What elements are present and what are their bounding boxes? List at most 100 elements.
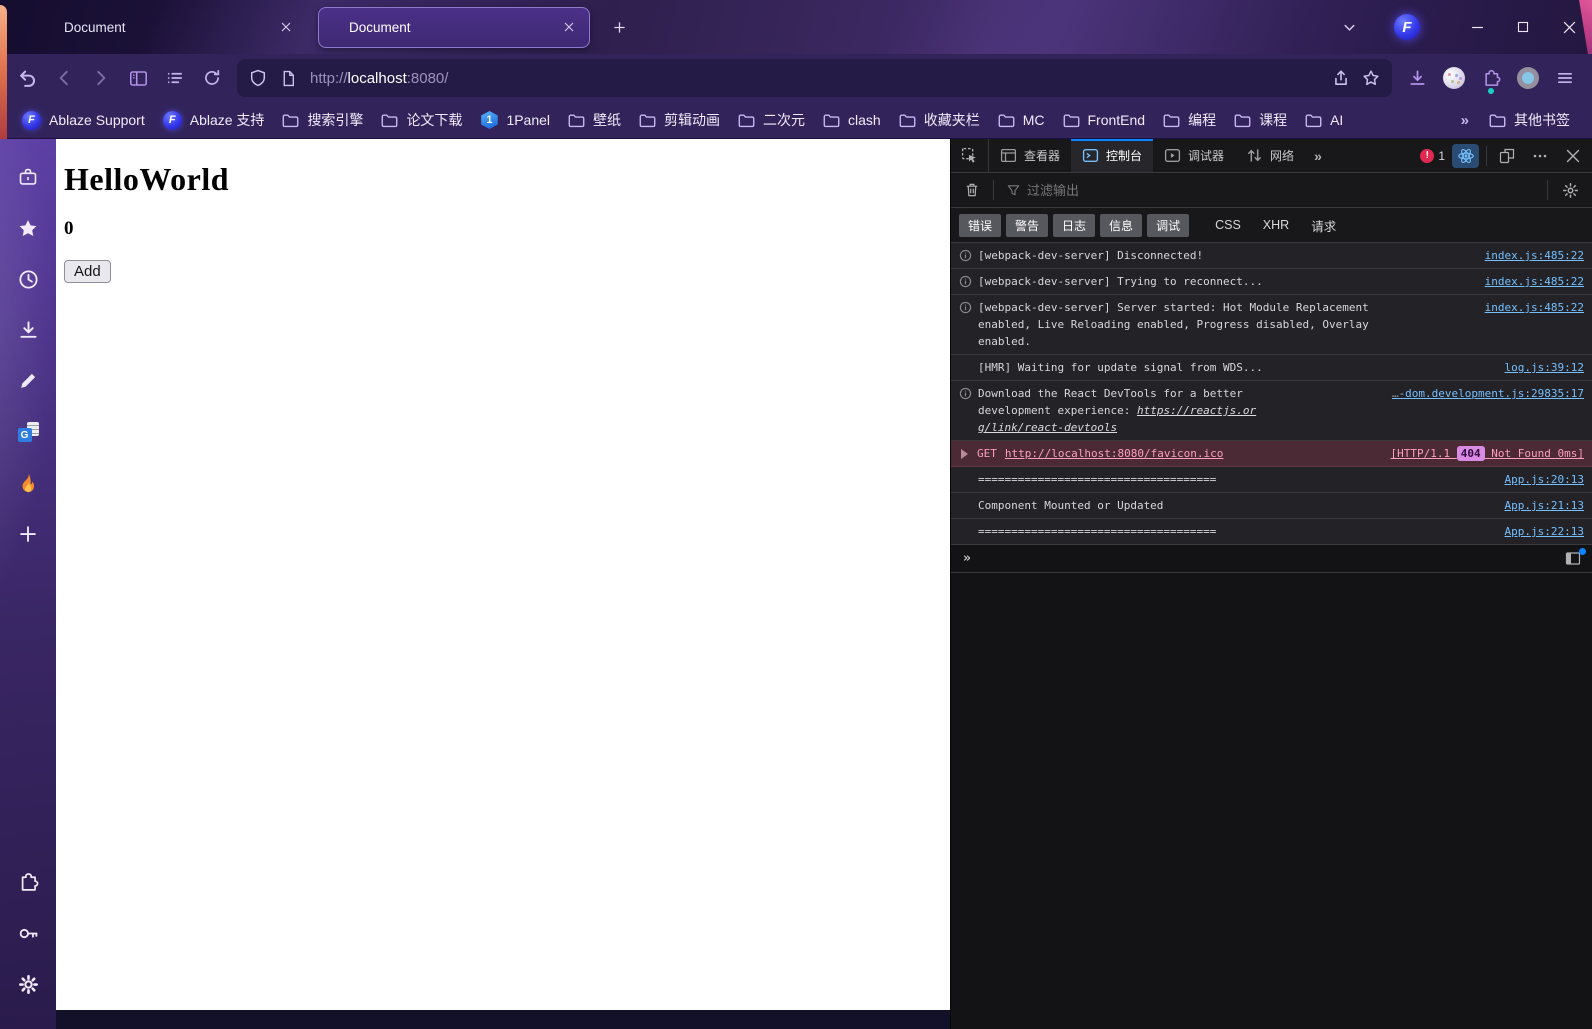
- bookmark-star-button[interactable]: [1356, 63, 1386, 93]
- downloads-button[interactable]: [1400, 61, 1434, 95]
- more-tools-button[interactable]: »: [1305, 139, 1331, 172]
- sidebar-clock-button[interactable]: [10, 261, 46, 297]
- minimize-button[interactable]: [1454, 0, 1500, 54]
- devtools-menu-button[interactable]: [1527, 143, 1553, 169]
- level-filter-button[interactable]: 信息: [1100, 214, 1142, 237]
- url-bar[interactable]: http://localhost:8080/: [237, 59, 1392, 97]
- navigation-toolbar: http://localhost:8080/: [0, 54, 1592, 102]
- level-filter-button[interactable]: 错误: [959, 214, 1001, 237]
- message-url-link[interactable]: https://reactjs.org/link/react-devtools: [978, 404, 1256, 434]
- account-button[interactable]: [1511, 61, 1545, 95]
- browser-tab[interactable]: Document: [34, 7, 306, 48]
- message-icon-empty: [957, 359, 973, 376]
- extensions-button[interactable]: [1474, 61, 1508, 95]
- source-location-link[interactable]: log.js:39:12: [1495, 359, 1584, 376]
- share-button[interactable]: [1326, 63, 1356, 93]
- bookmark-item[interactable]: 收藏夹栏: [891, 105, 988, 135]
- split-console-button[interactable]: [1562, 549, 1584, 569]
- bookmark-item[interactable]: 二次元: [730, 105, 813, 135]
- sidebar-puzzle-button[interactable]: [10, 864, 46, 900]
- folder-icon: [1163, 113, 1180, 128]
- pick-element-button[interactable]: [951, 139, 989, 172]
- sidebar-toggle-button[interactable]: [121, 61, 155, 95]
- tracking-shield-icon[interactable]: [243, 63, 273, 93]
- extension-avatar-button[interactable]: [1437, 61, 1471, 95]
- type-filter-button[interactable]: 请求: [1302, 213, 1345, 238]
- bookmark-item[interactable]: 剪辑动画: [631, 105, 728, 135]
- close-window-button[interactable]: [1546, 0, 1592, 54]
- sidebar-pencil-button[interactable]: [10, 363, 46, 399]
- message-icon-empty: [957, 523, 973, 540]
- sidebar-gear-button[interactable]: [10, 966, 46, 1002]
- bookmark-item[interactable]: 壁纸: [560, 105, 629, 135]
- bookmark-label: 壁纸: [593, 110, 621, 130]
- bookmark-item[interactable]: 11Panel: [472, 106, 558, 134]
- level-filter-button[interactable]: 日志: [1053, 214, 1095, 237]
- bookmark-item[interactable]: FrontEnd: [1055, 107, 1154, 133]
- bookmark-item[interactable]: FAblaze 支持: [155, 105, 273, 135]
- devtools-tab-network[interactable]: 网络: [1235, 139, 1305, 172]
- request-status-link[interactable]: [HTTP/1.1 404 Not Found 0ms]: [1381, 445, 1584, 462]
- source-location-link[interactable]: index.js:485:22: [1475, 299, 1584, 316]
- url-display[interactable]: http://localhost:8080/: [310, 70, 1326, 87]
- tab-close-button[interactable]: [274, 15, 298, 39]
- bookmark-item[interactable]: 搜索引擎: [274, 105, 371, 135]
- forward-button[interactable]: [84, 61, 118, 95]
- bookmark-item[interactable]: 编程: [1155, 105, 1224, 135]
- devtools-tab-debugger[interactable]: 调试器: [1153, 139, 1235, 172]
- source-location-link[interactable]: …-dom.development.js:29835:17: [1382, 385, 1584, 402]
- filter-output-input[interactable]: [1027, 183, 1541, 198]
- page-info-icon[interactable]: [273, 63, 303, 93]
- bookmark-item[interactable]: 课程: [1226, 105, 1295, 135]
- tab-close-button[interactable]: [557, 15, 581, 39]
- maximize-button[interactable]: [1500, 0, 1546, 54]
- console-settings-button[interactable]: [1554, 176, 1586, 204]
- sidebar-briefcase-button[interactable]: [10, 159, 46, 195]
- briefcase-icon: [17, 167, 39, 187]
- error-count-badge[interactable]: !1: [1420, 149, 1445, 163]
- add-button[interactable]: Add: [64, 260, 111, 283]
- folder-icon: [1489, 113, 1506, 128]
- request-url-link[interactable]: http://localhost:8080/favicon.ico: [1005, 445, 1224, 462]
- source-location-link[interactable]: index.js:485:22: [1475, 273, 1584, 290]
- sidebar-plus-button[interactable]: [10, 516, 46, 552]
- sidebar-star-button[interactable]: [10, 210, 46, 246]
- source-location-link[interactable]: index.js:485:22: [1475, 247, 1584, 264]
- react-devtools-button[interactable]: [1452, 144, 1479, 168]
- sidebar-download-button[interactable]: [10, 312, 46, 348]
- source-location-link[interactable]: App.js:21:13: [1495, 497, 1584, 514]
- type-filter-button[interactable]: CSS: [1206, 215, 1250, 235]
- reload-button[interactable]: [195, 61, 229, 95]
- back-button[interactable]: [47, 61, 81, 95]
- browser-tab[interactable]: Document: [318, 7, 590, 48]
- clear-console-button[interactable]: [957, 176, 987, 204]
- app-menu-button[interactable]: [1548, 61, 1582, 95]
- undo-close-tab-button[interactable]: [10, 61, 44, 95]
- bookmark-item[interactable]: MC: [990, 107, 1053, 133]
- close-devtools-button[interactable]: [1560, 143, 1586, 169]
- devtools-tab-console[interactable]: 控制台: [1071, 139, 1153, 172]
- bookmark-item[interactable]: clash: [815, 107, 889, 133]
- new-tab-button[interactable]: [602, 10, 636, 44]
- other-bookmarks-folder[interactable]: 其他书签: [1481, 105, 1578, 135]
- responsive-design-button[interactable]: [1494, 143, 1520, 169]
- list-all-tabs-button[interactable]: [1328, 0, 1370, 54]
- devtools-tab-inspector[interactable]: 查看器: [989, 139, 1071, 172]
- console-input-row[interactable]: »: [951, 545, 1592, 573]
- level-filter-button[interactable]: 警告: [1006, 214, 1048, 237]
- sidebar-flame-button[interactable]: [10, 465, 46, 501]
- source-location-link[interactable]: App.js:22:13: [1495, 523, 1584, 540]
- bookmark-item[interactable]: 论文下载: [373, 105, 470, 135]
- bookmark-item[interactable]: AI: [1297, 107, 1351, 133]
- sidebar-translate-button[interactable]: G: [10, 414, 46, 450]
- sidebar-key-button[interactable]: [10, 915, 46, 951]
- bookmark-item[interactable]: FAblaze Support: [14, 106, 153, 135]
- bookmarks-overflow-button[interactable]: »: [1451, 110, 1479, 131]
- floorp-logo-icon[interactable]: F: [1394, 14, 1420, 40]
- source-location-link[interactable]: App.js:20:13: [1495, 471, 1584, 488]
- star-icon: [17, 218, 39, 239]
- level-filter-button[interactable]: 调试: [1147, 214, 1189, 237]
- reader-list-button[interactable]: [158, 61, 192, 95]
- type-filter-button[interactable]: XHR: [1254, 215, 1298, 235]
- disclosure-triangle-icon[interactable]: [961, 449, 968, 459]
